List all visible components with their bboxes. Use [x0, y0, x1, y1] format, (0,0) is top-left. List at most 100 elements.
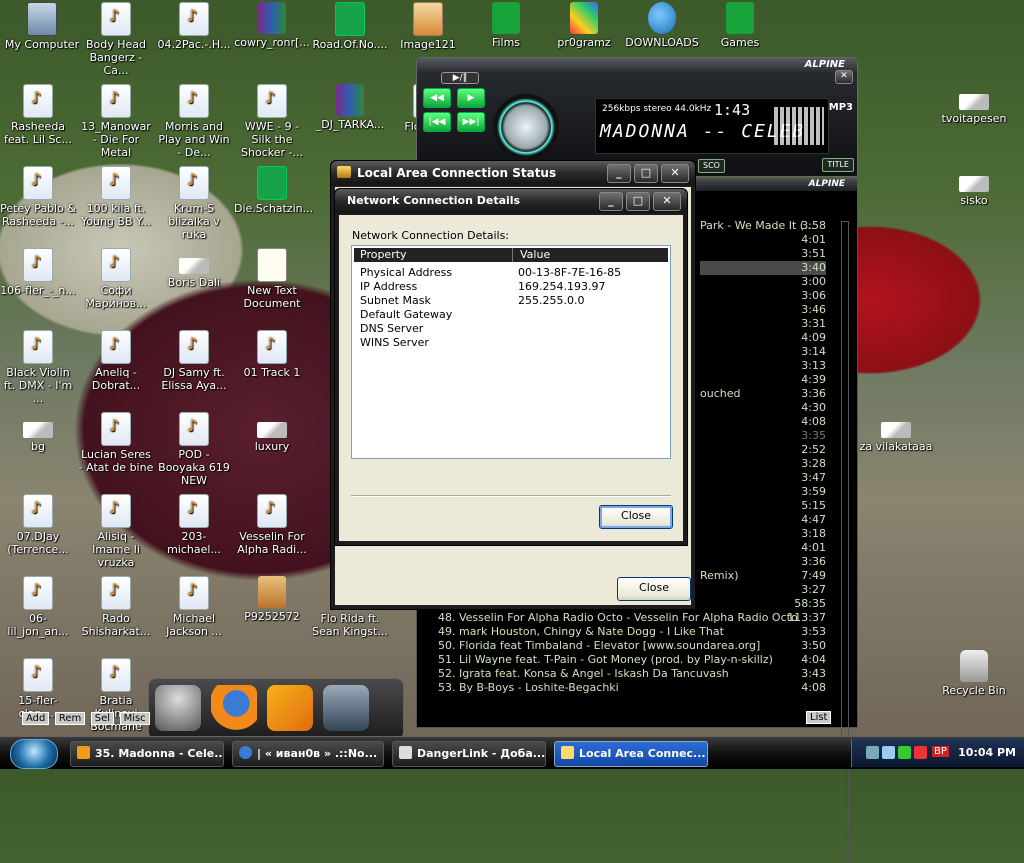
remove-button[interactable]: Rem: [54, 712, 86, 725]
desktop-icon[interactable]: DOWNLOADS: [624, 2, 700, 49]
close-icon[interactable]: ✕: [661, 164, 689, 183]
task-chat[interactable]: | « иван0в » .::No...: [232, 741, 384, 767]
add-button[interactable]: Add: [22, 712, 50, 725]
playlist-row[interactable]: 4:01: [700, 541, 826, 555]
desktop-icon[interactable]: DJ Samy ft. Elissa Aya...: [156, 330, 232, 392]
desktop-icon[interactable]: bg: [0, 412, 76, 453]
desktop-icon[interactable]: Krum-S blizalka v ruka: [156, 166, 232, 241]
minimize-button[interactable]: _: [607, 164, 631, 183]
details-dialog-titlebar[interactable]: Network Connection Details _ □ ✕: [335, 189, 687, 213]
misc-button[interactable]: Misc: [119, 712, 150, 725]
playlist-row[interactable]: 3:35: [700, 429, 826, 443]
maximize-button[interactable]: □: [626, 192, 650, 211]
close-icon[interactable]: ✕: [653, 192, 681, 211]
network-tray-icon[interactable]: [866, 746, 879, 759]
desktop-icon[interactable]: Morris and Play and Win - De...: [156, 84, 232, 159]
desktop-icon[interactable]: Body Head Bangerz - Ca...: [78, 2, 154, 77]
maximize-button[interactable]: □: [634, 164, 658, 183]
play-button[interactable]: ▶: [457, 88, 485, 108]
playlist-row[interactable]: 3:13: [700, 359, 826, 373]
desktop-icon[interactable]: Films: [468, 2, 544, 49]
playlist-row[interactable]: 3:18: [700, 527, 826, 541]
desktop-icon[interactable]: 04.2Pac.-.H...: [156, 2, 232, 51]
playlist-row[interactable]: 2:52: [700, 443, 826, 457]
desktop-icon[interactable]: cowry_ronr[...: [234, 2, 310, 49]
playlist-row[interactable]: 3:28: [700, 457, 826, 471]
desktop-icon[interactable]: _DJ_TARKA...: [312, 84, 388, 131]
playlist-row[interactable]: 3:36: [700, 555, 826, 569]
winamp-icon[interactable]: [267, 685, 313, 731]
network-icon[interactable]: [323, 685, 369, 731]
playlist-row[interactable]: 4:09: [700, 331, 826, 345]
playlist-row[interactable]: 3:51: [700, 247, 826, 261]
desktop-icon[interactable]: Petey Pablo & Rasheeda -...: [0, 166, 76, 228]
rewind-button[interactable]: |◀◀: [423, 112, 451, 132]
playlist-row[interactable]: ouched 3:36: [700, 387, 826, 401]
details-row[interactable]: DNS Server: [360, 322, 660, 336]
details-row[interactable]: IP Address 169.254.193.97: [360, 280, 660, 294]
desktop-icon[interactable]: Michael Jackson ...: [156, 576, 232, 638]
playlist-row[interactable]: 4:47: [700, 513, 826, 527]
security-tray-icon[interactable]: [898, 746, 911, 759]
desktop-icon[interactable]: luxury: [234, 412, 310, 453]
desktop-icon[interactable]: Софи Маринов...: [78, 248, 154, 310]
minimize-button[interactable]: _: [599, 192, 623, 211]
desktop-icon[interactable]: Black Violin ft. DMX - I'm ...: [0, 330, 76, 405]
playlist-row[interactable]: 5:15: [700, 499, 826, 513]
desktop-icon[interactable]: Vesselin For Alpha Radi...: [234, 494, 310, 556]
task-dangerlink[interactable]: DangerLink - Доба...: [392, 741, 546, 767]
desktop-icon[interactable]: Lucian Seres - Atat de bine: [78, 412, 154, 474]
desktop-icon[interactable]: Recycle Bin: [936, 650, 1012, 697]
desktop-icon[interactable]: 13_Manowar - Die For Metal: [78, 84, 154, 159]
desktop-icon[interactable]: WWE - 9 - Silk the Shocker -...: [234, 84, 310, 159]
playlist-row[interactable]: 48. Vesselin For Alpha Radio Octo - Vess…: [438, 611, 826, 625]
details-row[interactable]: Physical Address 00-13-8F-7E-16-85: [360, 266, 660, 280]
sco-button[interactable]: SCO: [698, 159, 725, 173]
task-local-area-connection[interactable]: Local Area Connec...: [554, 741, 708, 767]
prev-button[interactable]: ◀◀: [423, 88, 451, 108]
desktop-icon[interactable]: sisko: [936, 166, 1012, 207]
playlist-row[interactable]: 3:27: [700, 583, 826, 597]
playlist-row[interactable]: 3:31: [700, 317, 826, 331]
playlist-row[interactable]: 50. Florida feat Timbaland - Elevator [w…: [438, 639, 826, 653]
playlist-row[interactable]: 51. Lil Wayne feat. T-Pain - Got Money (…: [438, 653, 826, 667]
firefox-icon[interactable]: [211, 685, 257, 731]
desktop-icon[interactable]: Rado Shisharkat...: [78, 576, 154, 638]
desktop-icon[interactable]: pr0gramz: [546, 2, 622, 49]
playlist-row[interactable]: 3:40: [700, 261, 826, 275]
playlist-row[interactable]: 3:47: [700, 471, 826, 485]
playlist-row[interactable]: 4:39: [700, 373, 826, 387]
playlist-row[interactable]: Remix) 7:49: [700, 569, 826, 583]
playlist-row[interactable]: 3:00: [700, 275, 826, 289]
list-button[interactable]: List: [806, 711, 832, 724]
desktop-icon[interactable]: My Computer: [4, 2, 80, 51]
playlist-row[interactable]: 3:14: [700, 345, 826, 359]
desktop-icon[interactable]: Alisiq - Imame li vruzka: [78, 494, 154, 569]
desktop-icon[interactable]: Aneliq - Dobrat...: [78, 330, 154, 392]
details-row[interactable]: Default Gateway: [360, 308, 660, 322]
playlist-row[interactable]: 3:06: [700, 289, 826, 303]
playlist-row[interactable]: 4:30: [700, 401, 826, 415]
desktop-icon[interactable]: tvoitapesen: [936, 84, 1012, 125]
desktop-icon[interactable]: Road.Of.No....: [312, 2, 388, 51]
playlist-row[interactable]: Park - We Made It (... 3:58: [700, 219, 826, 233]
desktop-icon[interactable]: 01 Track 1: [234, 330, 310, 379]
desktop-icon[interactable]: Image121: [390, 2, 466, 51]
forward-button[interactable]: ▶▶|: [457, 112, 485, 132]
volume-knob[interactable]: [493, 94, 559, 160]
desktop-icon[interactable]: Games: [702, 2, 778, 49]
playlist-row[interactable]: 3:59: [700, 485, 826, 499]
playlist-row[interactable]: 58:35: [700, 597, 826, 611]
language-indicator[interactable]: BP: [932, 746, 949, 757]
mouse-icon[interactable]: [155, 685, 201, 731]
desktop-icon[interactable]: Die.Schatzin...: [234, 166, 313, 215]
desktop-icon[interactable]: za vilakataaa: [858, 412, 934, 453]
playlist-row[interactable]: 3:46: [700, 303, 826, 317]
volume-tray-icon[interactable]: [882, 746, 895, 759]
time-readout[interactable]: 1:43: [714, 101, 750, 119]
details-row[interactable]: WINS Server: [360, 336, 660, 350]
desktop-icon[interactable]: 203-michael...: [156, 494, 232, 556]
desktop-icon[interactable]: New Text Document: [234, 248, 310, 310]
details-close-button[interactable]: Close: [599, 505, 673, 529]
clock[interactable]: 10:04 PM: [958, 746, 1016, 759]
